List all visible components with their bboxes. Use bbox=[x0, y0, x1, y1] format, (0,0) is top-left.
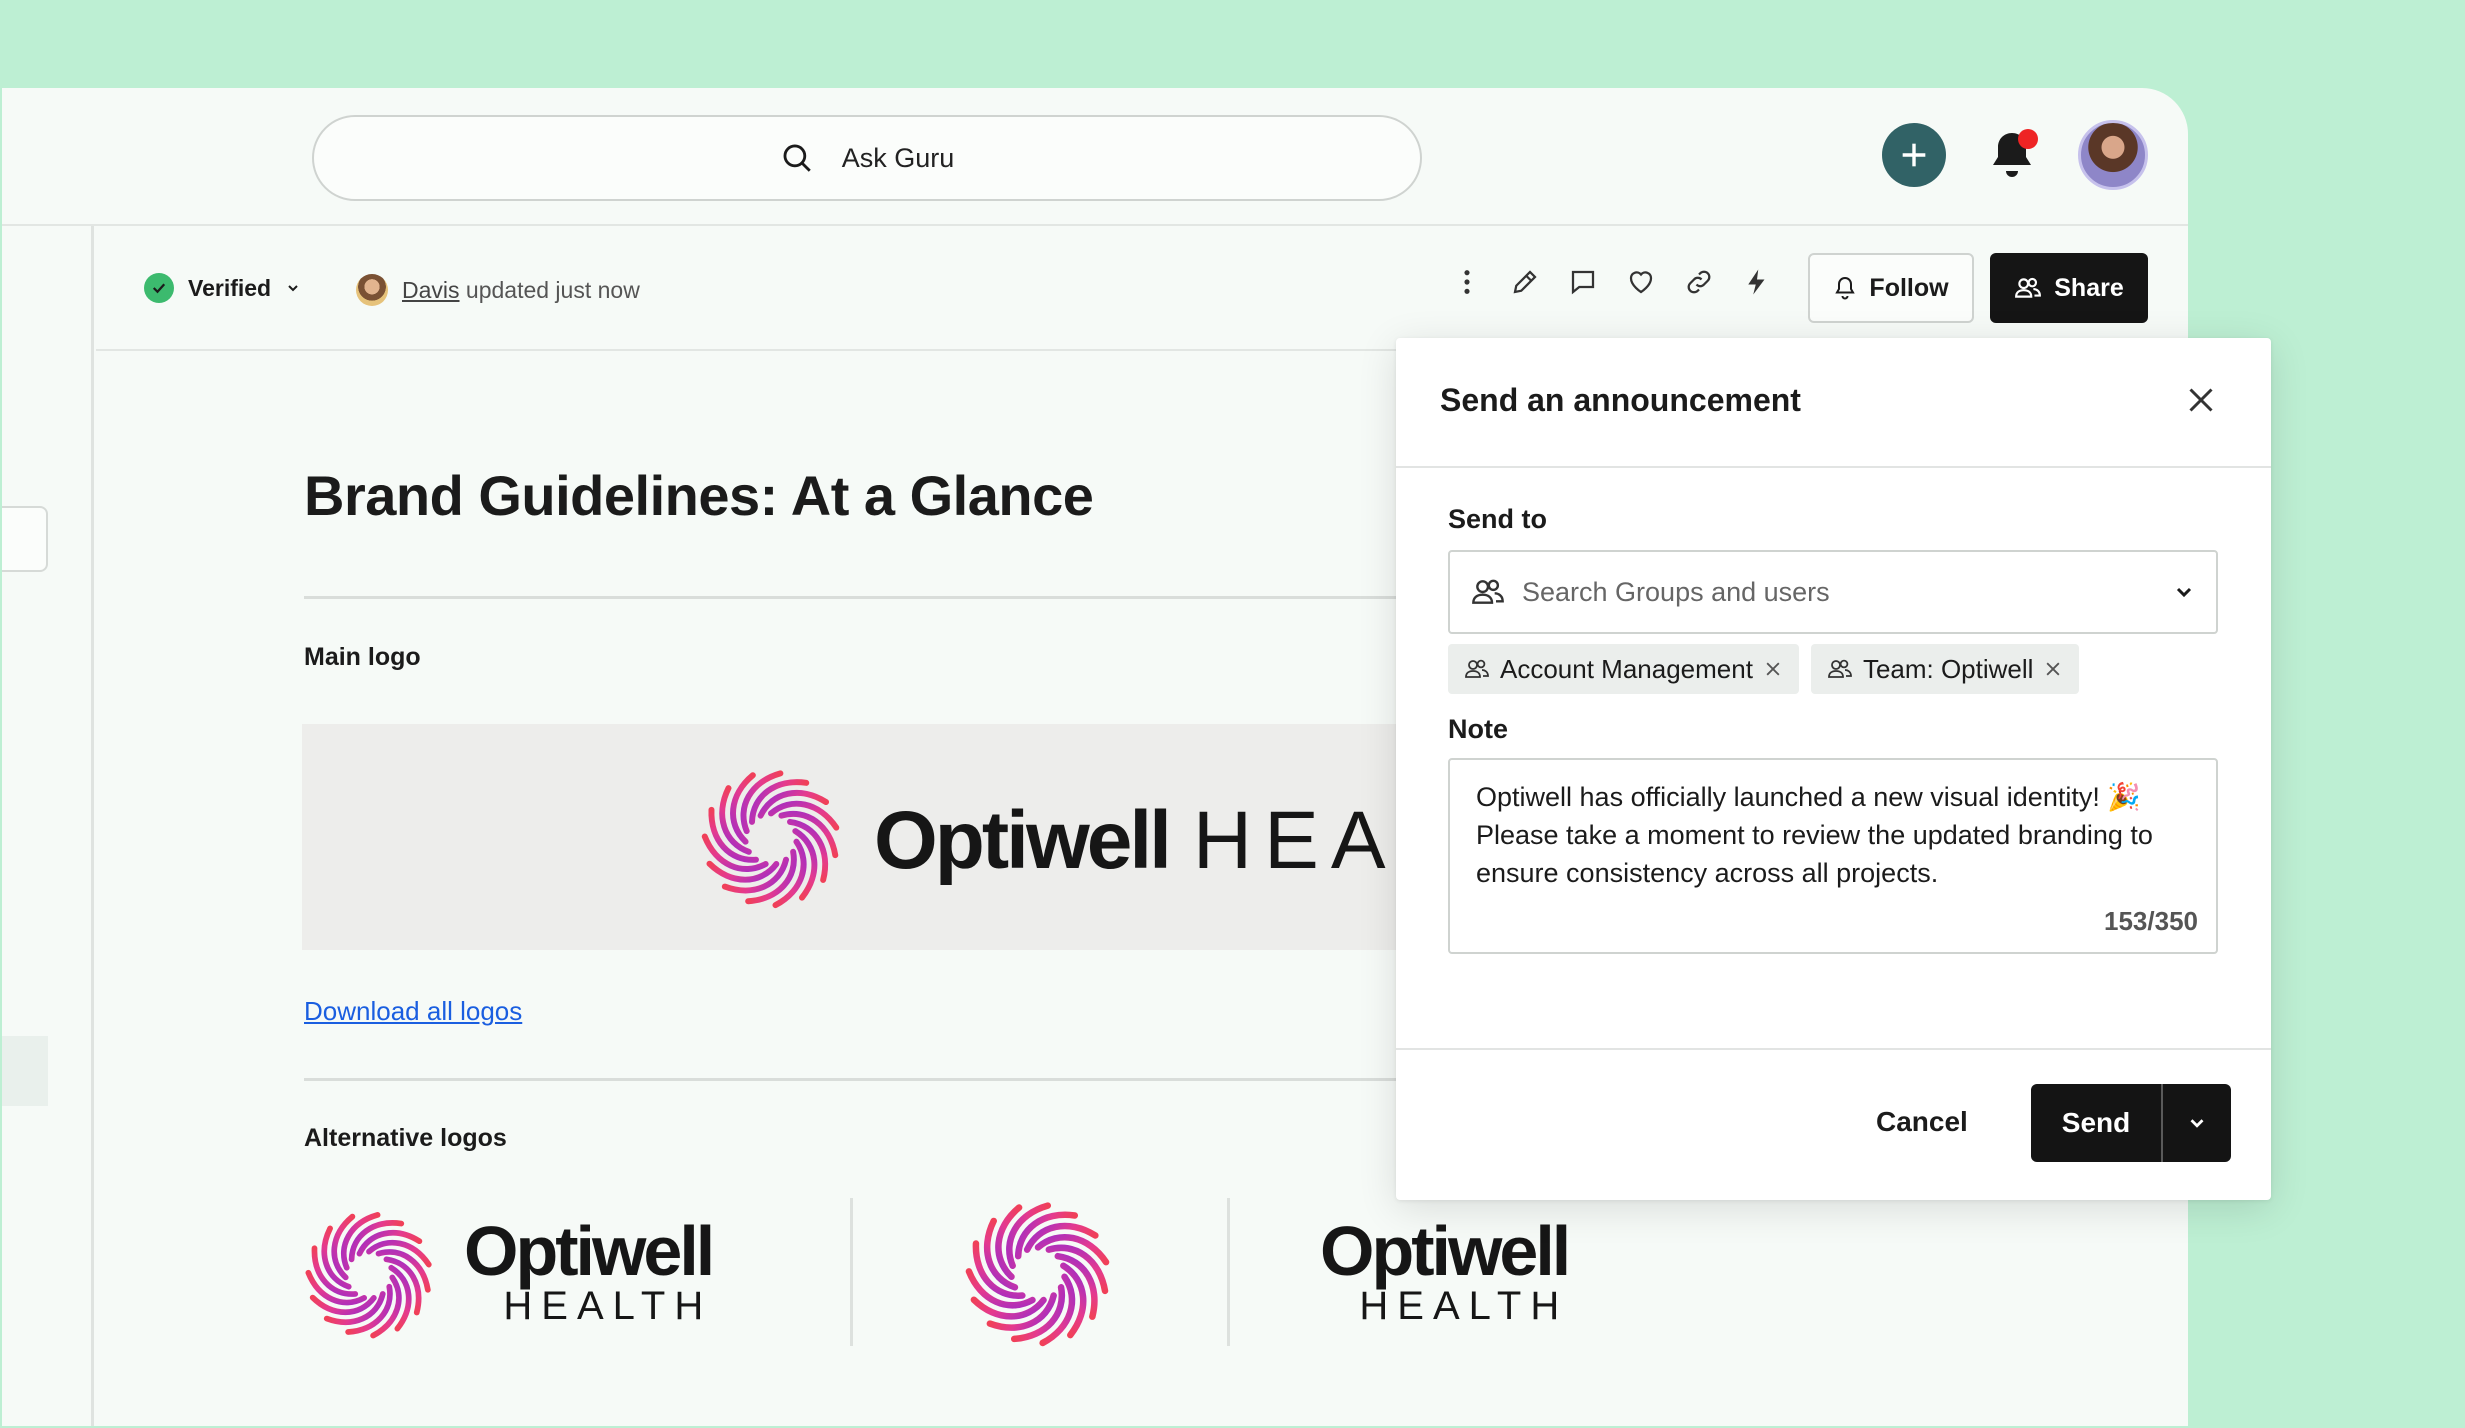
remove-chip-icon[interactable] bbox=[2043, 659, 2063, 679]
search-icon bbox=[783, 144, 811, 172]
users-icon bbox=[1828, 659, 1852, 678]
remove-chip-icon[interactable] bbox=[1763, 659, 1783, 679]
cancel-button[interactable]: Cancel bbox=[1876, 1106, 1968, 1138]
character-count: 153/350 bbox=[2104, 906, 2198, 936]
note-textarea[interactable]: Optiwell has officially launched a new v… bbox=[1448, 758, 2218, 954]
users-icon bbox=[2015, 277, 2042, 298]
chevron-down-icon bbox=[288, 285, 298, 292]
alt-logo-wordmark: Optiwell HEALTH bbox=[1320, 1212, 1571, 1328]
close-icon[interactable] bbox=[2183, 382, 2219, 418]
section-heading-alternative-logos: Alternative logos bbox=[304, 1124, 507, 1152]
more-vertical-icon[interactable] bbox=[1451, 266, 1482, 297]
add-button[interactable] bbox=[1882, 123, 1946, 187]
top-actions bbox=[1882, 120, 2148, 190]
top-header: Ask Guru bbox=[2, 88, 2188, 226]
card-toolbar: Verified Davis updated just now Follow S… bbox=[96, 226, 2188, 351]
sidebar-highlight bbox=[2, 1036, 48, 1106]
optiwell-mark-icon bbox=[701, 770, 840, 909]
send-to-label: Send to bbox=[1448, 504, 1547, 534]
follow-label: Follow bbox=[1869, 273, 1949, 302]
divider bbox=[304, 1078, 1444, 1081]
modal-header: Send an announcement bbox=[1396, 338, 2271, 468]
users-icon bbox=[1465, 659, 1489, 678]
recipient-chip: Team: Optiwell bbox=[1810, 644, 2080, 694]
divider bbox=[1227, 1198, 1230, 1346]
chevron-down-icon[interactable] bbox=[2172, 580, 2196, 604]
notification-badge bbox=[2018, 129, 2038, 149]
brand-wordmark: Optiwell HEA bbox=[874, 795, 1398, 886]
card-actions bbox=[1451, 266, 1772, 297]
send-options-button[interactable] bbox=[2163, 1112, 2231, 1134]
divider bbox=[304, 596, 1444, 599]
announcement-modal: Send an announcement Send to Search Grou… bbox=[1396, 338, 2271, 1200]
recipient-chip: Account Management bbox=[1448, 644, 1799, 694]
note-text: Optiwell has officially launched a new v… bbox=[1476, 782, 2153, 888]
verification-status[interactable]: Verified bbox=[144, 273, 301, 303]
recipient-placeholder: Search Groups and users bbox=[1522, 576, 1830, 607]
send-button-group: Send bbox=[2031, 1084, 2231, 1162]
divider bbox=[850, 1198, 853, 1346]
chip-label: Team: Optiwell bbox=[1862, 653, 2034, 684]
modal-footer: Cancel Send bbox=[1396, 1048, 2271, 1200]
search-input[interactable]: Ask Guru bbox=[312, 115, 1422, 201]
check-icon bbox=[144, 273, 174, 303]
page-title: Brand Guidelines: At a Glance bbox=[304, 464, 1094, 527]
author-link[interactable]: Davis bbox=[402, 277, 460, 303]
section-heading-main-logo: Main logo bbox=[304, 643, 421, 671]
follow-button[interactable]: Follow bbox=[1808, 253, 1974, 323]
updated-info: Davis updated just now bbox=[356, 274, 640, 306]
optiwell-mark-icon bbox=[965, 1202, 1110, 1347]
author-avatar bbox=[356, 274, 388, 306]
bolt-icon[interactable] bbox=[1741, 266, 1772, 297]
alt-logo-wordmark: Optiwell HEALTH bbox=[464, 1212, 715, 1328]
send-button[interactable]: Send bbox=[2031, 1107, 2161, 1139]
users-icon bbox=[1472, 579, 1504, 604]
chip-label: Account Management bbox=[1500, 653, 1753, 684]
recipient-chips: Account Management Team: Optiwell bbox=[1448, 644, 2080, 694]
updated-text: updated just now bbox=[465, 276, 640, 303]
link-icon[interactable] bbox=[1683, 266, 1714, 297]
notifications-button[interactable] bbox=[1982, 125, 2042, 185]
download-logos-link[interactable]: Download all logos bbox=[304, 996, 522, 1027]
bell-outline-icon bbox=[1835, 276, 1856, 300]
heart-icon[interactable] bbox=[1625, 266, 1656, 297]
user-avatar[interactable] bbox=[2078, 120, 2148, 190]
main-logo-banner: Optiwell HEA bbox=[302, 724, 1442, 950]
comment-icon[interactable] bbox=[1567, 266, 1598, 297]
search-placeholder: Ask Guru bbox=[841, 142, 955, 173]
share-label: Share bbox=[2054, 273, 2124, 302]
pencil-icon[interactable] bbox=[1509, 266, 1540, 297]
optiwell-mark-icon bbox=[305, 1212, 432, 1339]
status-label: Verified bbox=[188, 274, 272, 301]
left-rail bbox=[2, 226, 94, 1426]
sidebar-toggle[interactable] bbox=[2, 506, 48, 572]
modal-title: Send an announcement bbox=[1440, 382, 1801, 418]
note-label: Note bbox=[1448, 714, 1508, 744]
chevron-down-icon bbox=[2190, 1119, 2204, 1128]
plus-icon bbox=[1902, 143, 1926, 167]
recipient-search-select[interactable]: Search Groups and users bbox=[1448, 550, 2218, 634]
share-button[interactable]: Share bbox=[1990, 253, 2148, 323]
